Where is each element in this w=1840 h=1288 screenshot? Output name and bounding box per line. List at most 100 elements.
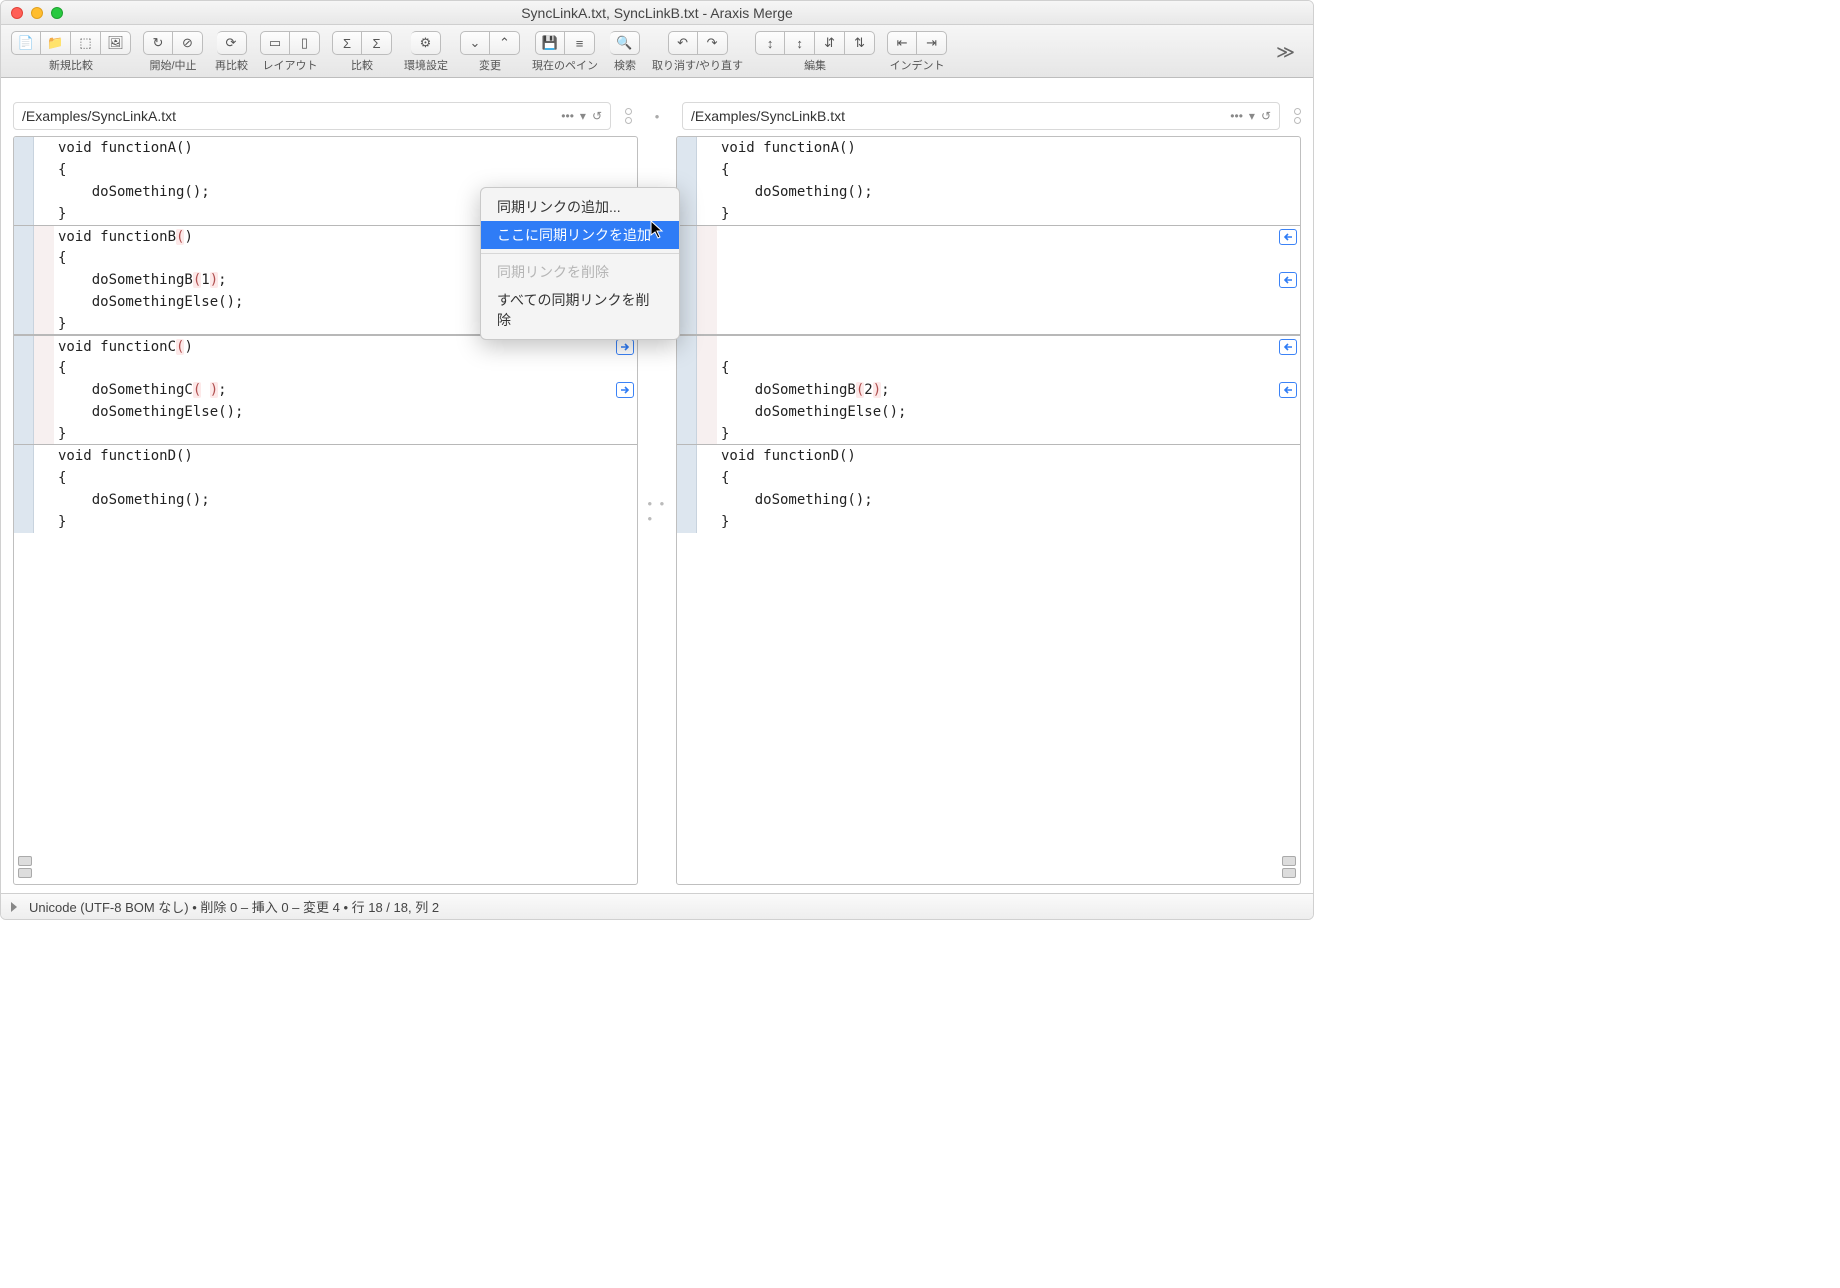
merge-left-icon[interactable] bbox=[1279, 339, 1297, 355]
outdent-button[interactable]: ⇤ bbox=[887, 31, 917, 55]
search-button[interactable]: 🔍 bbox=[610, 31, 640, 55]
statusbar: Unicode (UTF-8 BOM なし) • 削除 0 – 挿入 0 – 変… bbox=[1, 893, 1313, 919]
next-change-button[interactable]: ⌃ bbox=[490, 31, 520, 55]
code-line[interactable]: doSomethingB(2); bbox=[677, 379, 1300, 401]
minimize-icon[interactable] bbox=[31, 7, 43, 19]
toolbar-label: 比較 bbox=[351, 57, 373, 73]
pathbar: /Examples/SyncLinkA.txt ••• ▾ ↺ • /Examp… bbox=[1, 102, 1313, 136]
code-line[interactable]: } bbox=[14, 423, 637, 445]
toolbar-label: 環境設定 bbox=[404, 57, 448, 73]
toolbar-group: 🔍検索 bbox=[610, 31, 640, 73]
edit1-button[interactable]: ↕ bbox=[755, 31, 785, 55]
new-text-button[interactable]: 📄 bbox=[11, 31, 41, 55]
merge-right-icon[interactable] bbox=[616, 339, 634, 355]
code-line[interactable]: { bbox=[677, 357, 1300, 379]
chevron-down-icon[interactable]: ▾ bbox=[580, 109, 586, 123]
start-button[interactable]: ↻ bbox=[143, 31, 173, 55]
right-pane[interactable]: void functionA() { doSomething();} { doSom… bbox=[676, 136, 1301, 885]
left-path-text: /Examples/SyncLinkA.txt bbox=[22, 108, 555, 124]
prev-change-button[interactable]: ⌄ bbox=[460, 31, 490, 55]
cursor-icon bbox=[650, 220, 666, 245]
code-line[interactable]: void functionA() bbox=[14, 137, 637, 159]
code-line[interactable]: } bbox=[677, 423, 1300, 445]
code-line[interactable] bbox=[677, 225, 1300, 247]
left-path-field[interactable]: /Examples/SyncLinkA.txt ••• ▾ ↺ bbox=[13, 102, 611, 130]
context-menu: 同期リンクの追加...ここに同期リンクを追加同期リンクを削除すべての同期リンクを… bbox=[480, 187, 680, 340]
stamp-button[interactable]: ≡ bbox=[565, 31, 595, 55]
zoom-icon[interactable] bbox=[51, 7, 63, 19]
history-icon[interactable]: ↺ bbox=[1261, 109, 1271, 123]
code-line[interactable] bbox=[677, 247, 1300, 269]
code-line[interactable] bbox=[677, 291, 1300, 313]
code-line[interactable]: doSomething(); bbox=[677, 181, 1300, 203]
new-binary-button[interactable]: ⬚ bbox=[71, 31, 101, 55]
edit2-button[interactable]: ↕ bbox=[785, 31, 815, 55]
edit4-button[interactable]: ⇅ bbox=[845, 31, 875, 55]
code-line[interactable] bbox=[677, 313, 1300, 335]
left-drag-handle[interactable] bbox=[625, 108, 632, 124]
code-line[interactable]: { bbox=[677, 159, 1300, 181]
toolbar-group: ⟳ 再比較 bbox=[215, 31, 248, 73]
context-menu-item[interactable]: すべての同期リンクを削除 bbox=[481, 286, 679, 334]
code-text: void functionC() bbox=[54, 339, 193, 355]
code-line[interactable]: doSomething(); bbox=[14, 489, 637, 511]
right-drag-handle[interactable] bbox=[1294, 108, 1301, 124]
right-nav-buttons[interactable] bbox=[1282, 856, 1296, 878]
history-icon[interactable]: ↺ bbox=[592, 109, 602, 123]
ellipsis-icon[interactable]: ••• bbox=[561, 109, 574, 123]
statusbar-disclosure-icon[interactable] bbox=[11, 902, 17, 912]
code-line[interactable] bbox=[677, 269, 1300, 291]
code-text: void functionB() bbox=[54, 229, 193, 245]
toolbar-label: 新規比較 bbox=[49, 57, 93, 73]
context-menu-item[interactable]: 同期リンクの追加... bbox=[481, 193, 679, 221]
new-folder-button[interactable]: 📁 bbox=[41, 31, 71, 55]
code-text: { bbox=[717, 162, 729, 178]
layout-v-button[interactable]: ▯ bbox=[290, 31, 320, 55]
layout-h-button[interactable]: ▭ bbox=[260, 31, 290, 55]
left-nav-buttons[interactable] bbox=[18, 856, 32, 878]
code-line[interactable]: doSomething(); bbox=[677, 489, 1300, 511]
merge-left-icon[interactable] bbox=[1279, 229, 1297, 245]
new-image-button[interactable]: 🖼 bbox=[101, 31, 131, 55]
chevron-down-icon[interactable]: ▾ bbox=[1249, 109, 1255, 123]
code-text: { bbox=[54, 250, 66, 266]
merge-left-icon[interactable] bbox=[1279, 272, 1297, 288]
code-text: doSomethingC( ); bbox=[54, 382, 227, 398]
code-line[interactable]: doSomethingC( ); bbox=[14, 379, 637, 401]
code-line[interactable] bbox=[677, 335, 1300, 357]
sigma2-button[interactable]: Σ bbox=[362, 31, 392, 55]
code-line[interactable]: { bbox=[14, 159, 637, 181]
gear-button[interactable]: ⚙ bbox=[411, 31, 441, 55]
code-line[interactable]: } bbox=[677, 203, 1300, 225]
edit3-button[interactable]: ⇵ bbox=[815, 31, 845, 55]
sigma-button[interactable]: Σ bbox=[332, 31, 362, 55]
toolbar-label: 再比較 bbox=[215, 57, 248, 73]
code-line[interactable]: void functionD() bbox=[677, 445, 1300, 467]
code-line[interactable]: } bbox=[14, 511, 637, 533]
code-line[interactable]: void functionD() bbox=[14, 445, 637, 467]
right-path-field[interactable]: /Examples/SyncLinkB.txt ••• ▾ ↺ bbox=[682, 102, 1280, 130]
close-icon[interactable] bbox=[11, 7, 23, 19]
indent-button[interactable]: ⇥ bbox=[917, 31, 947, 55]
redo-button[interactable]: ↷ bbox=[698, 31, 728, 55]
recompare-button[interactable]: ⟳ bbox=[217, 31, 247, 55]
code-line[interactable]: { bbox=[14, 467, 637, 489]
merge-left-icon[interactable] bbox=[1279, 382, 1297, 398]
status-text: Unicode (UTF-8 BOM なし) • 削除 0 – 挿入 0 – 変… bbox=[29, 897, 439, 916]
merge-right-icon[interactable] bbox=[616, 382, 634, 398]
code-line[interactable]: { bbox=[677, 467, 1300, 489]
code-line[interactable]: doSomethingElse(); bbox=[677, 401, 1300, 423]
stop-button[interactable]: ⊘ bbox=[173, 31, 203, 55]
toolbar-group: ↕↕⇵⇅編集 bbox=[755, 31, 875, 73]
code-line[interactable]: void functionA() bbox=[677, 137, 1300, 159]
toolbar-overflow-icon[interactable]: ≫ bbox=[1268, 42, 1303, 63]
toolbar-label: 取り消す/やり直す bbox=[652, 57, 743, 73]
undo-button[interactable]: ↶ bbox=[668, 31, 698, 55]
code-text: doSomethingB(2); bbox=[717, 382, 890, 398]
code-line[interactable]: } bbox=[677, 511, 1300, 533]
right-path-text: /Examples/SyncLinkB.txt bbox=[691, 108, 1224, 124]
ellipsis-icon[interactable]: ••• bbox=[1230, 109, 1243, 123]
code-line[interactable]: doSomethingElse(); bbox=[14, 401, 637, 423]
code-line[interactable]: { bbox=[14, 357, 637, 379]
save-button[interactable]: 💾 bbox=[535, 31, 565, 55]
